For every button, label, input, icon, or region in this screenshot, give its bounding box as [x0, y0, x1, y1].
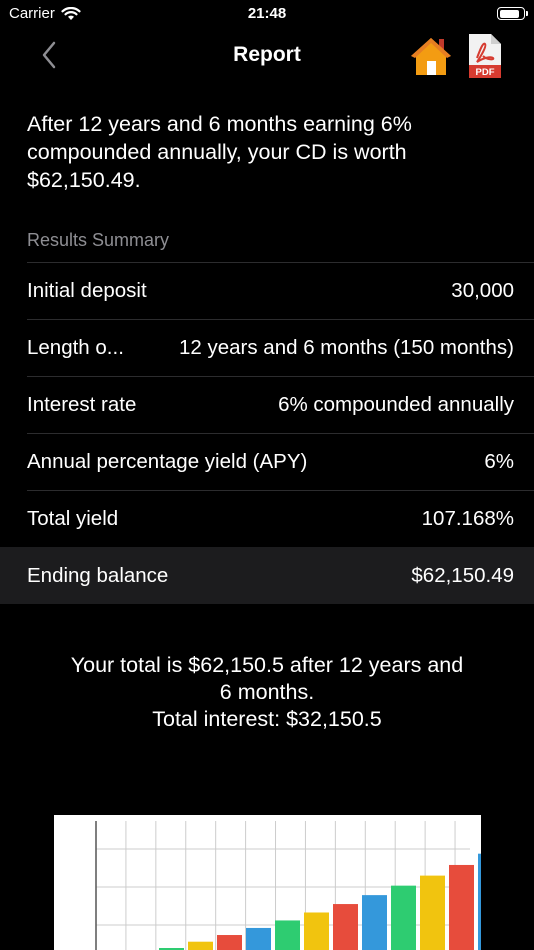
chart-svg [95, 821, 481, 950]
battery-icon [497, 7, 528, 20]
chart-bar [362, 895, 387, 950]
home-icon [411, 38, 451, 75]
row-length: Length o... 12 years and 6 months (150 m… [0, 319, 534, 376]
total-line-3: Total interest: $32,150.5 [152, 707, 382, 731]
home-button[interactable] [409, 35, 453, 77]
row-value: 6% compounded annually [278, 392, 514, 416]
row-apy: Annual percentage yield (APY) 6% [0, 433, 534, 490]
status-time: 21:48 [247, 5, 287, 22]
row-value: 12 years and 6 months (150 months) [178, 335, 514, 359]
total-line-1: Your total is $62,150.5 after 12 years a… [70, 653, 464, 677]
chart-bar [333, 904, 358, 950]
row-interest-rate: Interest rate 6% compounded annually [0, 376, 534, 433]
results-summary-header: Results Summary [27, 230, 170, 250]
pdf-icon: PDF [469, 34, 501, 78]
chart-bar [391, 885, 416, 950]
row-value: $62,150.49 [411, 563, 514, 587]
row-value: 6% [484, 449, 514, 473]
row-label: Total yield [27, 506, 119, 530]
row-value: 30,000 [451, 278, 514, 302]
row-value: 107.168% [421, 506, 514, 530]
chart-bar [449, 864, 474, 950]
chart-bar [217, 935, 242, 950]
pdf-button[interactable]: PDF [465, 32, 505, 80]
battery-fill [499, 9, 520, 18]
results-table: Initial deposit 30,000 Length o... 12 ye… [0, 262, 534, 604]
chart-bar [304, 912, 329, 950]
row-label: Ending balance [27, 563, 169, 587]
balance-chart [54, 815, 481, 950]
pdf-label: PDF [476, 67, 495, 78]
chart-bar [420, 875, 445, 950]
row-label: Annual percentage yield (APY) [27, 449, 308, 473]
row-ending-balance: Ending balance $62,150.49 [0, 547, 534, 604]
chart-bar [478, 853, 481, 950]
row-label: Length o... [27, 335, 124, 359]
row-total-yield: Total yield 107.168% [0, 490, 534, 547]
total-line-2: 6 months. [219, 680, 315, 704]
chart-bar [275, 920, 300, 950]
status-bar: Carrier 21:48 [0, 0, 534, 30]
row-label: Initial deposit [27, 278, 147, 302]
row-label: Interest rate [27, 392, 137, 416]
navigation-bar: Report PDF [0, 30, 534, 82]
total-summary: Your total is $62,150.5 after 12 years a… [0, 652, 534, 733]
chart-bar [188, 941, 213, 950]
chart-bar [246, 927, 271, 950]
page-title: Report [233, 43, 301, 66]
summary-text: After 12 years and 6 months earning 6% c… [27, 112, 412, 192]
row-initial-deposit: Initial deposit 30,000 [0, 262, 534, 319]
